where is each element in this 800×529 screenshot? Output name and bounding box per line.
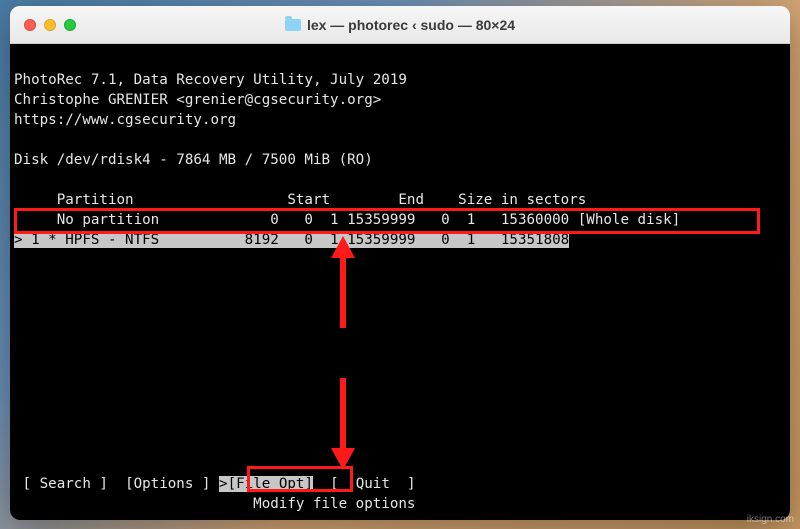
menu-options[interactable]: [Options ] [125, 476, 210, 492]
window-title: lex — photorec ‹ sudo — 80×24 [10, 17, 790, 33]
app-banner-3: https://www.cgsecurity.org [14, 112, 236, 128]
titlebar[interactable]: lex — photorec ‹ sudo — 80×24 [10, 6, 790, 44]
minimize-icon[interactable] [44, 19, 56, 31]
disk-line: Disk /dev/rdisk4 - 7864 MB / 7500 MiB (R… [14, 152, 373, 168]
watermark-text: iksign.com [747, 514, 794, 525]
app-banner-2: Christophe GRENIER <grenier@cgsecurity.o… [14, 92, 381, 108]
app-banner-1: PhotoRec 7.1, Data Recovery Utility, Jul… [14, 72, 407, 88]
menu-caption: Modify file options [14, 494, 415, 514]
window-controls [24, 19, 76, 31]
menu-search[interactable]: [ Search ] [23, 476, 108, 492]
terminal-content[interactable]: PhotoRec 7.1, Data Recovery Utility, Jul… [10, 44, 790, 520]
zoom-icon[interactable] [64, 19, 76, 31]
folder-icon [285, 19, 301, 31]
menu-file-opt-selected[interactable]: >[File Opt] [219, 476, 313, 492]
terminal-window: lex — photorec ‹ sudo — 80×24 PhotoRec 7… [10, 6, 790, 520]
menu-bar: [ Search ] [Options ] >[File Opt] [ Quit… [14, 474, 416, 494]
menu-quit[interactable]: [ Quit ] [330, 476, 415, 492]
partition-row-no-partition[interactable]: No partition 0 0 1 15359999 0 1 15360000… [14, 212, 680, 228]
window-title-text: lex — photorec ‹ sudo — 80×24 [307, 17, 515, 33]
partition-header: Partition Start End Size in sectors [14, 192, 586, 208]
close-icon[interactable] [24, 19, 36, 31]
partition-row-selected[interactable]: > 1 * HPFS - NTFS 8192 0 1 15359999 0 1 … [14, 232, 569, 248]
